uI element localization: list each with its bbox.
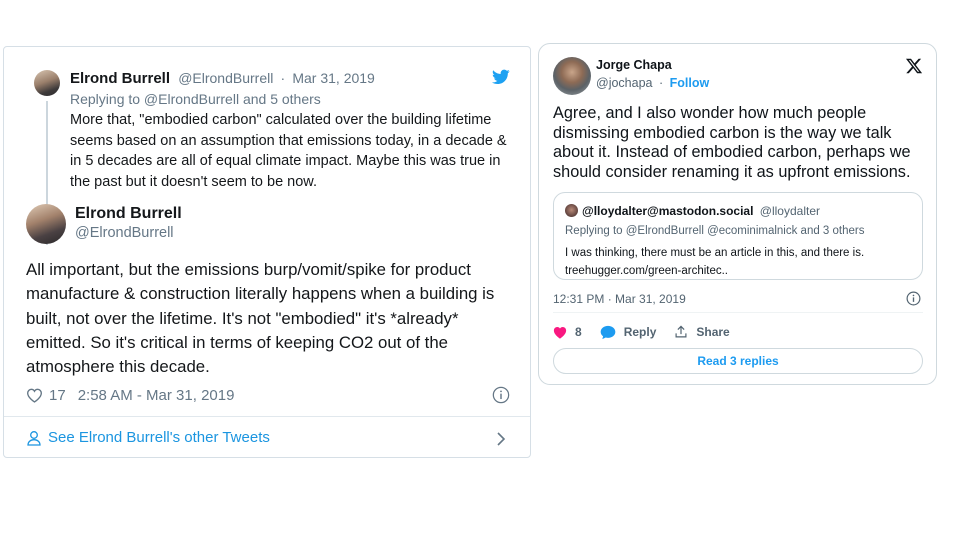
reply-button[interactable]: Reply xyxy=(600,325,657,340)
reply-text: More that, "embodied carbon" calculated … xyxy=(70,112,507,190)
reply-date[interactable]: Mar 31, 2019 xyxy=(292,70,375,86)
quote-text: I was thinking, there must be an article… xyxy=(565,245,920,280)
x-logo-icon[interactable] xyxy=(905,57,923,75)
quote-author-name: @lloydalter@mastodon.social xyxy=(582,204,754,218)
author-handle-row: @jochapa · Follow xyxy=(596,76,709,90)
quote-link: treehugger.com/green-architec.. xyxy=(565,264,729,277)
quote-replying-to: Replying to @ElrondBurrell @ecominimalni… xyxy=(565,225,865,237)
divider xyxy=(553,312,923,313)
author-name[interactable]: Elrond Burrell xyxy=(75,205,182,223)
tweet-actions: 8 Reply Share xyxy=(553,323,748,341)
like-count: 8 xyxy=(575,325,582,339)
reply-header: Elrond Burrell @ElrondBurrell · Mar 31, … xyxy=(70,70,375,87)
person-icon xyxy=(27,430,41,446)
heart-icon[interactable] xyxy=(26,388,43,403)
quote-text-line: I was thinking, there must be an article… xyxy=(565,247,865,259)
bird-icon[interactable] xyxy=(492,69,510,85)
tweet-card-jorge: Jorge Chapa @jochapa · Follow Agree, and… xyxy=(538,43,937,385)
avatar xyxy=(565,204,578,217)
tweet-meta: 17 2:58 AM - Mar 31, 2019 xyxy=(26,385,234,405)
share-icon xyxy=(675,325,687,338)
quote-header: @lloydalter@mastodon.social @lloydalter xyxy=(582,204,820,218)
read-replies-button[interactable]: Read 3 replies xyxy=(553,348,923,374)
like-button[interactable]: 8 xyxy=(553,325,582,339)
reply-label: Reply xyxy=(623,325,657,339)
share-label: Share xyxy=(696,325,730,339)
tweet-timestamp[interactable]: 2:58 AM - Mar 31, 2019 xyxy=(78,387,235,404)
tweet-text: Agree, and I also wonder how much people… xyxy=(553,104,911,182)
replying-to[interactable]: Replying to @ElrondBurrell and 5 others xyxy=(70,91,321,107)
see-other-tweets-link[interactable]: See Elrond Burrell's other Tweets xyxy=(26,429,270,446)
reply-author-name[interactable]: Elrond Burrell xyxy=(70,70,170,87)
info-icon[interactable] xyxy=(492,386,510,404)
tweet-timestamp[interactable]: 12:31 PM · Mar 31, 2019 xyxy=(553,292,686,306)
reply-author-handle[interactable]: @ElrondBurrell xyxy=(178,70,273,86)
separator-dot: · xyxy=(280,70,286,86)
tweet-card-elrond: Elrond Burrell @ElrondBurrell · Mar 31, … xyxy=(3,46,531,458)
avatar[interactable] xyxy=(34,70,60,96)
quoted-tweet[interactable]: @lloydalter@mastodon.social @lloydalter … xyxy=(553,192,923,280)
like-count: 17 xyxy=(49,386,66,404)
follow-button[interactable]: Follow xyxy=(670,76,710,90)
heart-icon xyxy=(553,326,567,339)
tweet-text: All important, but the emissions burp/vo… xyxy=(26,260,495,377)
author-name[interactable]: Jorge Chapa xyxy=(596,58,672,72)
separator-dot: · xyxy=(658,76,664,90)
share-button[interactable]: Share xyxy=(674,325,730,339)
chevron-right-icon[interactable] xyxy=(496,431,506,447)
info-icon[interactable] xyxy=(906,291,921,306)
avatar[interactable] xyxy=(553,57,591,95)
quote-author-handle: @lloydalter xyxy=(759,204,821,218)
reply-bubble-icon xyxy=(600,325,616,339)
author-handle[interactable]: @ElrondBurrell xyxy=(75,225,174,241)
avatar[interactable] xyxy=(26,204,66,244)
divider xyxy=(4,416,530,417)
see-other-tweets-label: See Elrond Burrell's other Tweets xyxy=(48,429,270,446)
author-handle[interactable]: @jochapa xyxy=(596,76,652,90)
